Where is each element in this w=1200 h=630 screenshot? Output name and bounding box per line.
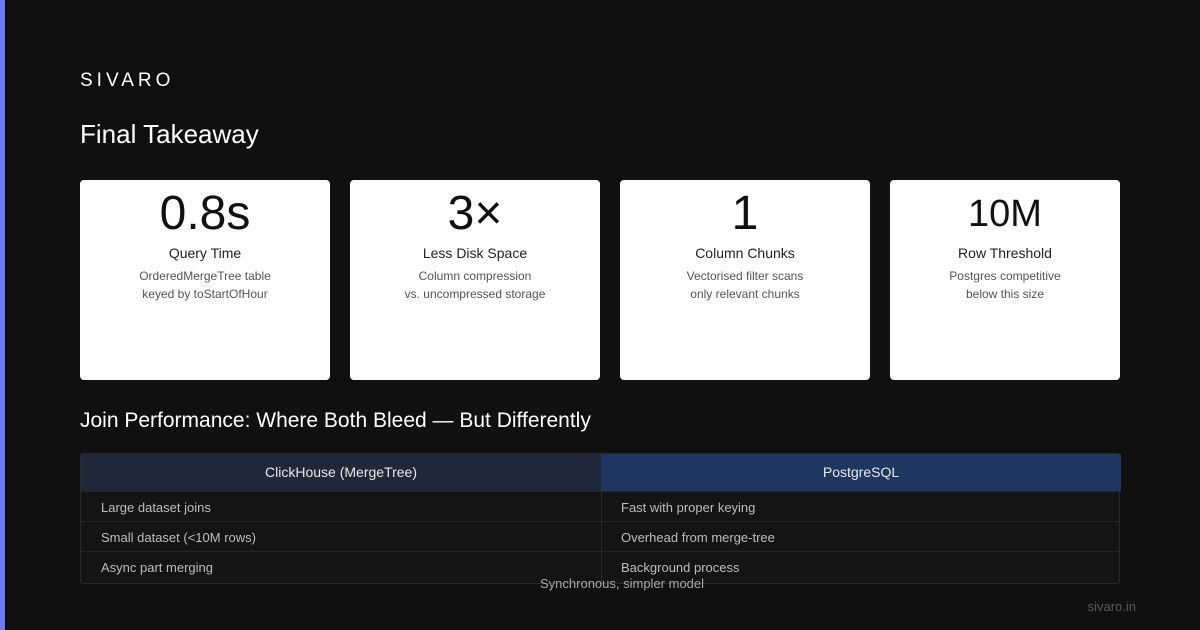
- stat-value: 1: [731, 187, 759, 240]
- stat-description: Column compression vs. uncompressed stor…: [350, 267, 600, 303]
- table-cell: Background process: [621, 560, 740, 575]
- stat-card-column-chunks: 1 Column Chunks Vectorised filter scans …: [620, 180, 870, 380]
- stat-label: Less Disk Space: [422, 245, 528, 261]
- column-divider: [601, 491, 602, 585]
- accent-bar: [0, 0, 5, 630]
- stat-desc-line: keyed by toStartOfHour: [142, 287, 268, 301]
- stat-label: Column Chunks: [695, 245, 795, 261]
- stats-cards: 0.8s Query Time OrderedMergeTree table k…: [80, 180, 1120, 380]
- stat-desc-line: Postgres competitive: [949, 269, 1061, 283]
- overflow-text: Synchronous, simpler model: [540, 576, 705, 591]
- stat-value: 3×: [447, 187, 503, 240]
- table-cell: Async part merging: [101, 560, 213, 575]
- table-header-clickhouse: ClickHouse (MergeTree): [81, 454, 601, 491]
- stat-description: Vectorised filter scans only relevant ch…: [620, 267, 870, 303]
- stat-desc-line: vs. uncompressed storage: [404, 287, 546, 301]
- stat-card-query-time: 0.8s Query Time OrderedMergeTree table k…: [80, 180, 330, 380]
- stat-desc-line: below this size: [965, 287, 1045, 301]
- table-header-postgresql: PostgreSQL: [601, 454, 1121, 491]
- table-cell: Overhead from merge-tree: [621, 530, 775, 545]
- stat-description: Postgres competitive below this size: [890, 267, 1120, 303]
- stat-card-disk-space: 3× Less Disk Space Column compression vs…: [350, 180, 600, 380]
- page-title: Final Takeaway: [80, 119, 259, 149]
- stat-card-row-threshold: 10M Row Threshold Postgres competitive b…: [890, 180, 1120, 380]
- brand-logo: SIVARO: [80, 70, 175, 91]
- footer-url: sivaro.in: [1087, 599, 1136, 614]
- stat-desc-line: only relevant chunks: [690, 287, 800, 301]
- stat-desc-line: Column compression: [418, 269, 532, 283]
- stat-label: Row Threshold: [958, 245, 1052, 261]
- table-cell: Fast with proper keying: [621, 500, 756, 515]
- comparison-table: ClickHouse (MergeTree) PostgreSQL Large …: [80, 453, 1121, 585]
- stat-value: 10M: [968, 193, 1042, 235]
- stat-description: OrderedMergeTree table keyed by toStartO…: [80, 267, 330, 303]
- stat-value: 0.8s: [159, 187, 251, 240]
- section-title: Join Performance: Where Both Bleed — But…: [80, 409, 591, 432]
- stat-desc-line: Vectorised filter scans: [686, 269, 804, 283]
- table-cell: Small dataset (<10M rows): [101, 530, 256, 545]
- stat-desc-line: OrderedMergeTree table: [139, 269, 271, 283]
- table-cell: Large dataset joins: [101, 500, 211, 515]
- stat-label: Query Time: [168, 245, 242, 261]
